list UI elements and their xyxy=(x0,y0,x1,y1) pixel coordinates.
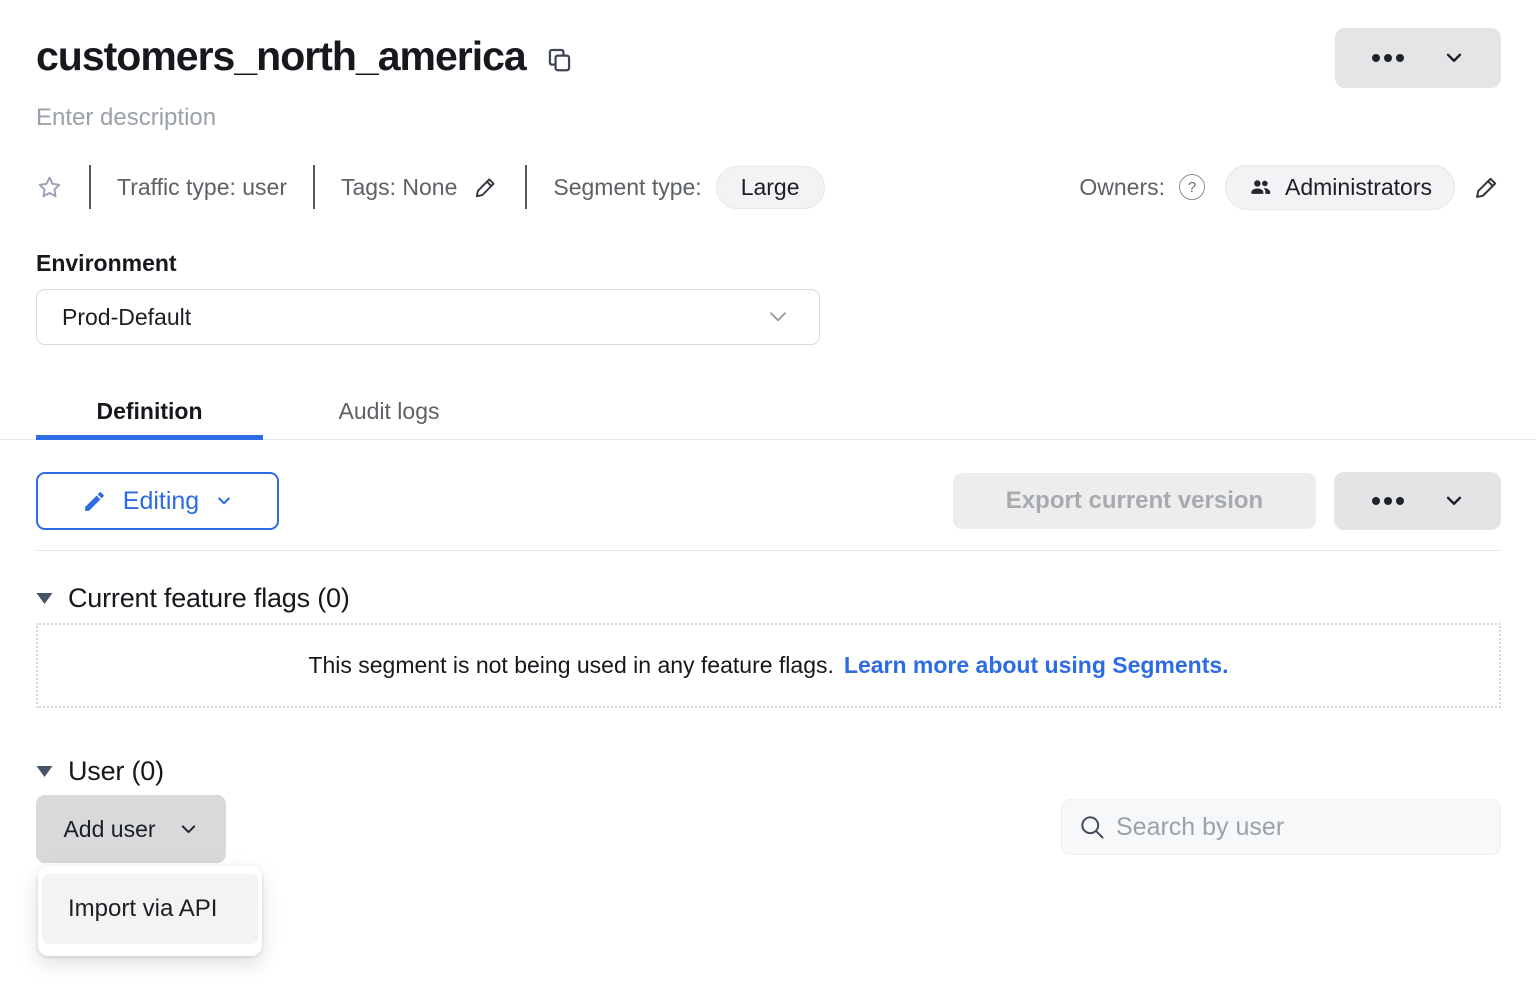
feature-flags-empty-state: This segment is not being used in any fe… xyxy=(36,623,1501,708)
definition-toolbar: Editing Export current version xyxy=(36,472,1501,530)
owners-badge[interactable]: Administrators xyxy=(1225,165,1455,210)
export-current-version-button[interactable]: Export current version xyxy=(953,473,1316,529)
page-title: customers_north_america xyxy=(36,28,526,84)
editing-status-button[interactable]: Editing xyxy=(36,472,279,530)
chevron-down-icon xyxy=(1443,490,1465,512)
collapse-triangle-icon xyxy=(36,592,53,605)
toolbar-more-actions-button[interactable] xyxy=(1334,472,1501,530)
user-section-title: User (0) xyxy=(68,756,164,787)
add-user-dropdown-menu: Import via API xyxy=(38,866,262,956)
learn-more-link[interactable]: Learn more about using Segments. xyxy=(844,652,1229,679)
pencil-icon xyxy=(82,489,107,514)
tags-label: Tags: None xyxy=(341,174,457,201)
chevron-down-icon xyxy=(215,492,233,510)
environment-selected-value: Prod-Default xyxy=(62,304,191,331)
search-by-user-input[interactable] xyxy=(1116,813,1484,842)
user-controls-row: Add user Import via API xyxy=(36,795,1501,863)
empty-state-text: This segment is not being used in any fe… xyxy=(308,652,833,679)
chevron-down-icon xyxy=(178,819,199,840)
toolbar-right: Export current version xyxy=(953,472,1501,530)
menu-item-import-via-api[interactable]: Import via API xyxy=(42,874,258,944)
divider xyxy=(525,165,527,209)
divider xyxy=(313,165,315,209)
user-search-box xyxy=(1061,799,1501,855)
help-icon[interactable]: ? xyxy=(1179,174,1205,200)
owners-label: Owners: xyxy=(1079,174,1165,201)
description-field[interactable]: Enter description xyxy=(36,104,1501,132)
environment-select[interactable]: Prod-Default xyxy=(36,289,820,345)
chevron-down-icon xyxy=(765,304,791,330)
tab-bar: Definition Audit logs xyxy=(0,383,1536,440)
feature-flags-section-header[interactable]: Current feature flags (0) xyxy=(36,583,1501,614)
segment-type-label: Segment type: xyxy=(553,174,701,201)
ellipsis-icon xyxy=(1371,53,1405,63)
edit-owners-icon[interactable] xyxy=(1473,173,1501,201)
divider xyxy=(36,550,1501,551)
search-icon xyxy=(1078,813,1106,841)
edit-tags-icon[interactable] xyxy=(473,174,499,200)
segment-detail-page: customers_north_america Enter descriptio… xyxy=(0,28,1536,1002)
tab-audit-logs[interactable]: Audit logs xyxy=(263,383,515,439)
traffic-type-label: Traffic type: user xyxy=(117,174,287,201)
feature-flags-section-title: Current feature flags (0) xyxy=(68,583,350,614)
favorite-star-icon[interactable] xyxy=(36,174,63,201)
add-user-wrap: Add user Import via API xyxy=(36,795,226,863)
owners-group: Owners: ? Administrators xyxy=(1079,165,1501,210)
meta-row: Traffic type: user Tags: None Segment ty… xyxy=(36,164,1501,210)
editing-status-label: Editing xyxy=(123,487,199,516)
ellipsis-icon xyxy=(1371,496,1405,506)
segment-type-badge: Large xyxy=(716,166,825,209)
environment-label: Environment xyxy=(36,250,1501,277)
chevron-down-icon xyxy=(1443,47,1465,69)
add-user-button[interactable]: Add user xyxy=(36,795,226,863)
collapse-triangle-icon xyxy=(36,765,53,778)
page-header: customers_north_america xyxy=(36,28,1501,88)
copy-icon[interactable] xyxy=(546,46,573,73)
add-user-label: Add user xyxy=(63,816,155,843)
user-section-header[interactable]: User (0) xyxy=(36,756,1501,787)
title-wrap: customers_north_america xyxy=(36,28,573,84)
divider xyxy=(89,165,91,209)
owners-value: Administrators xyxy=(1285,174,1432,201)
people-icon xyxy=(1248,175,1273,200)
tab-definition[interactable]: Definition xyxy=(36,383,263,439)
header-more-actions-button[interactable] xyxy=(1335,28,1501,88)
